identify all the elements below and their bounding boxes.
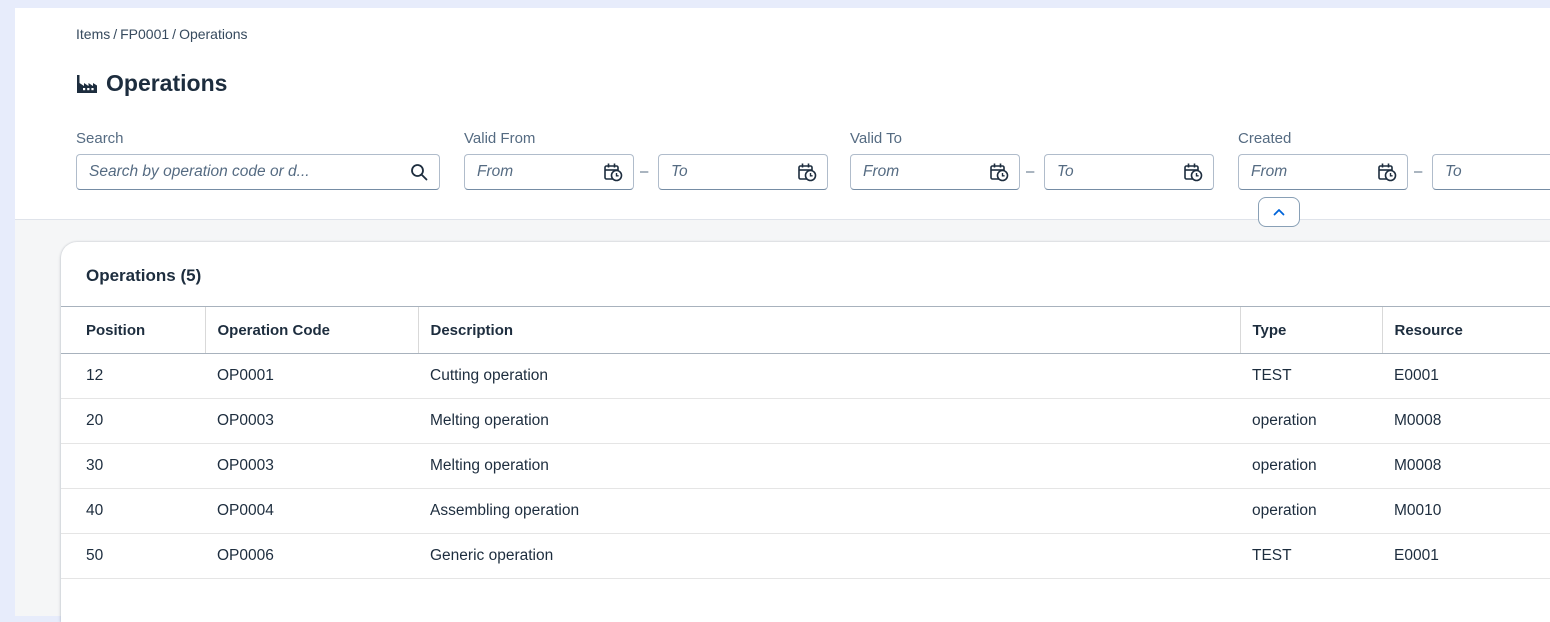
valid-from-end-placeholder: To (671, 163, 688, 180)
range-separator: – (1026, 163, 1035, 180)
page-title: Operations (106, 70, 228, 96)
table-row[interactable]: 40 OP0004 Assembling operation operation… (61, 488, 1550, 534)
collapse-header-button[interactable] (1258, 197, 1300, 227)
cell-type: operation (1240, 488, 1382, 534)
page-title-row: Operations (76, 70, 227, 97)
cell-description: Assembling operation (418, 488, 1240, 534)
valid-to-end-placeholder: To (1057, 163, 1074, 180)
range-separator: – (1414, 163, 1423, 180)
operations-table-card: Operations (5) Position Operation Code D… (61, 242, 1550, 622)
table-row[interactable]: 50 OP0006 Generic operation TEST E0001 (61, 533, 1550, 579)
cell-type: TEST (1240, 533, 1382, 579)
column-header-resource[interactable]: Resource (1381, 306, 1550, 354)
chevron-up-icon (1273, 203, 1285, 221)
cell-description: Cutting operation (418, 353, 1240, 399)
calendar-clock-icon[interactable] (989, 162, 1009, 182)
valid-from-label: Valid From (464, 130, 536, 147)
breadcrumb-current: Operations (179, 26, 248, 42)
operations-table: Position Operation Code Description Type… (61, 306, 1550, 579)
breadcrumb-link-fp0001[interactable]: FP0001 (120, 26, 169, 42)
column-header-operation-code[interactable]: Operation Code (204, 306, 418, 354)
cell-operation-code: OP0003 (205, 443, 418, 489)
table-title: Operations (5) (86, 266, 202, 285)
calendar-clock-icon[interactable] (603, 162, 623, 182)
table-row[interactable]: 30 OP0003 Melting operation operation M0… (61, 443, 1550, 489)
created-label: Created (1238, 130, 1292, 147)
search-placeholder: Search by operation code or d... (89, 163, 310, 180)
cell-position: 20 (61, 398, 205, 444)
breadcrumb-link-items[interactable]: Items (76, 26, 110, 42)
cell-position: 30 (61, 443, 205, 489)
created-start-date-input[interactable]: From (1238, 154, 1408, 190)
cell-operation-code: OP0003 (205, 398, 418, 444)
table-row[interactable]: 20 OP0003 Melting operation operation M0… (61, 398, 1550, 444)
cell-resource: M0008 (1382, 398, 1550, 444)
column-header-type[interactable]: Type (1239, 306, 1382, 354)
valid-to-start-placeholder: From (863, 163, 900, 180)
table-header-row: Position Operation Code Description Type… (61, 306, 1550, 354)
cell-resource: E0001 (1382, 533, 1550, 579)
cell-operation-code: OP0004 (205, 488, 418, 534)
created-end-placeholder: To (1445, 163, 1462, 180)
cell-description: Melting operation (418, 443, 1240, 489)
valid-from-start-date-input[interactable]: From (464, 154, 634, 190)
cell-type: TEST (1240, 353, 1382, 399)
created-start-placeholder: From (1251, 163, 1288, 180)
breadcrumb: Items / FP0001/Operations (76, 26, 248, 42)
cell-type: operation (1240, 443, 1382, 489)
valid-to-label: Valid To (850, 130, 902, 147)
valid-from-end-date-input[interactable]: To (658, 154, 828, 190)
cell-operation-code: OP0006 (205, 533, 418, 579)
calendar-clock-icon[interactable] (797, 162, 817, 182)
valid-from-start-placeholder: From (477, 163, 514, 180)
cell-operation-code: OP0001 (205, 353, 418, 399)
cell-resource: M0010 (1382, 488, 1550, 534)
calendar-clock-icon[interactable] (1377, 162, 1397, 182)
cell-position: 12 (61, 353, 205, 399)
cell-description: Generic operation (418, 533, 1240, 579)
cell-resource: E0001 (1382, 353, 1550, 399)
page-header: Items / FP0001/Operations Operations Searc… (15, 8, 1550, 220)
column-header-position[interactable]: Position (61, 306, 205, 354)
search-icon[interactable] (409, 162, 429, 182)
column-header-description[interactable]: Description (417, 306, 1240, 354)
valid-to-start-date-input[interactable]: From (850, 154, 1020, 190)
cell-resource: M0008 (1382, 443, 1550, 489)
cell-description: Melting operation (418, 398, 1240, 444)
cell-position: 40 (61, 488, 205, 534)
table-row[interactable]: 12 OP0001 Cutting operation TEST E0001 (61, 353, 1550, 399)
search-label: Search (76, 130, 124, 147)
created-end-date-input[interactable]: To (1432, 154, 1550, 190)
factory-icon (76, 74, 98, 94)
range-separator: – (640, 163, 649, 180)
cell-type: operation (1240, 398, 1382, 444)
valid-to-end-date-input[interactable]: To (1044, 154, 1214, 190)
search-input[interactable]: Search by operation code or d... (76, 154, 440, 190)
calendar-clock-icon[interactable] (1183, 162, 1203, 182)
cell-position: 50 (61, 533, 205, 579)
